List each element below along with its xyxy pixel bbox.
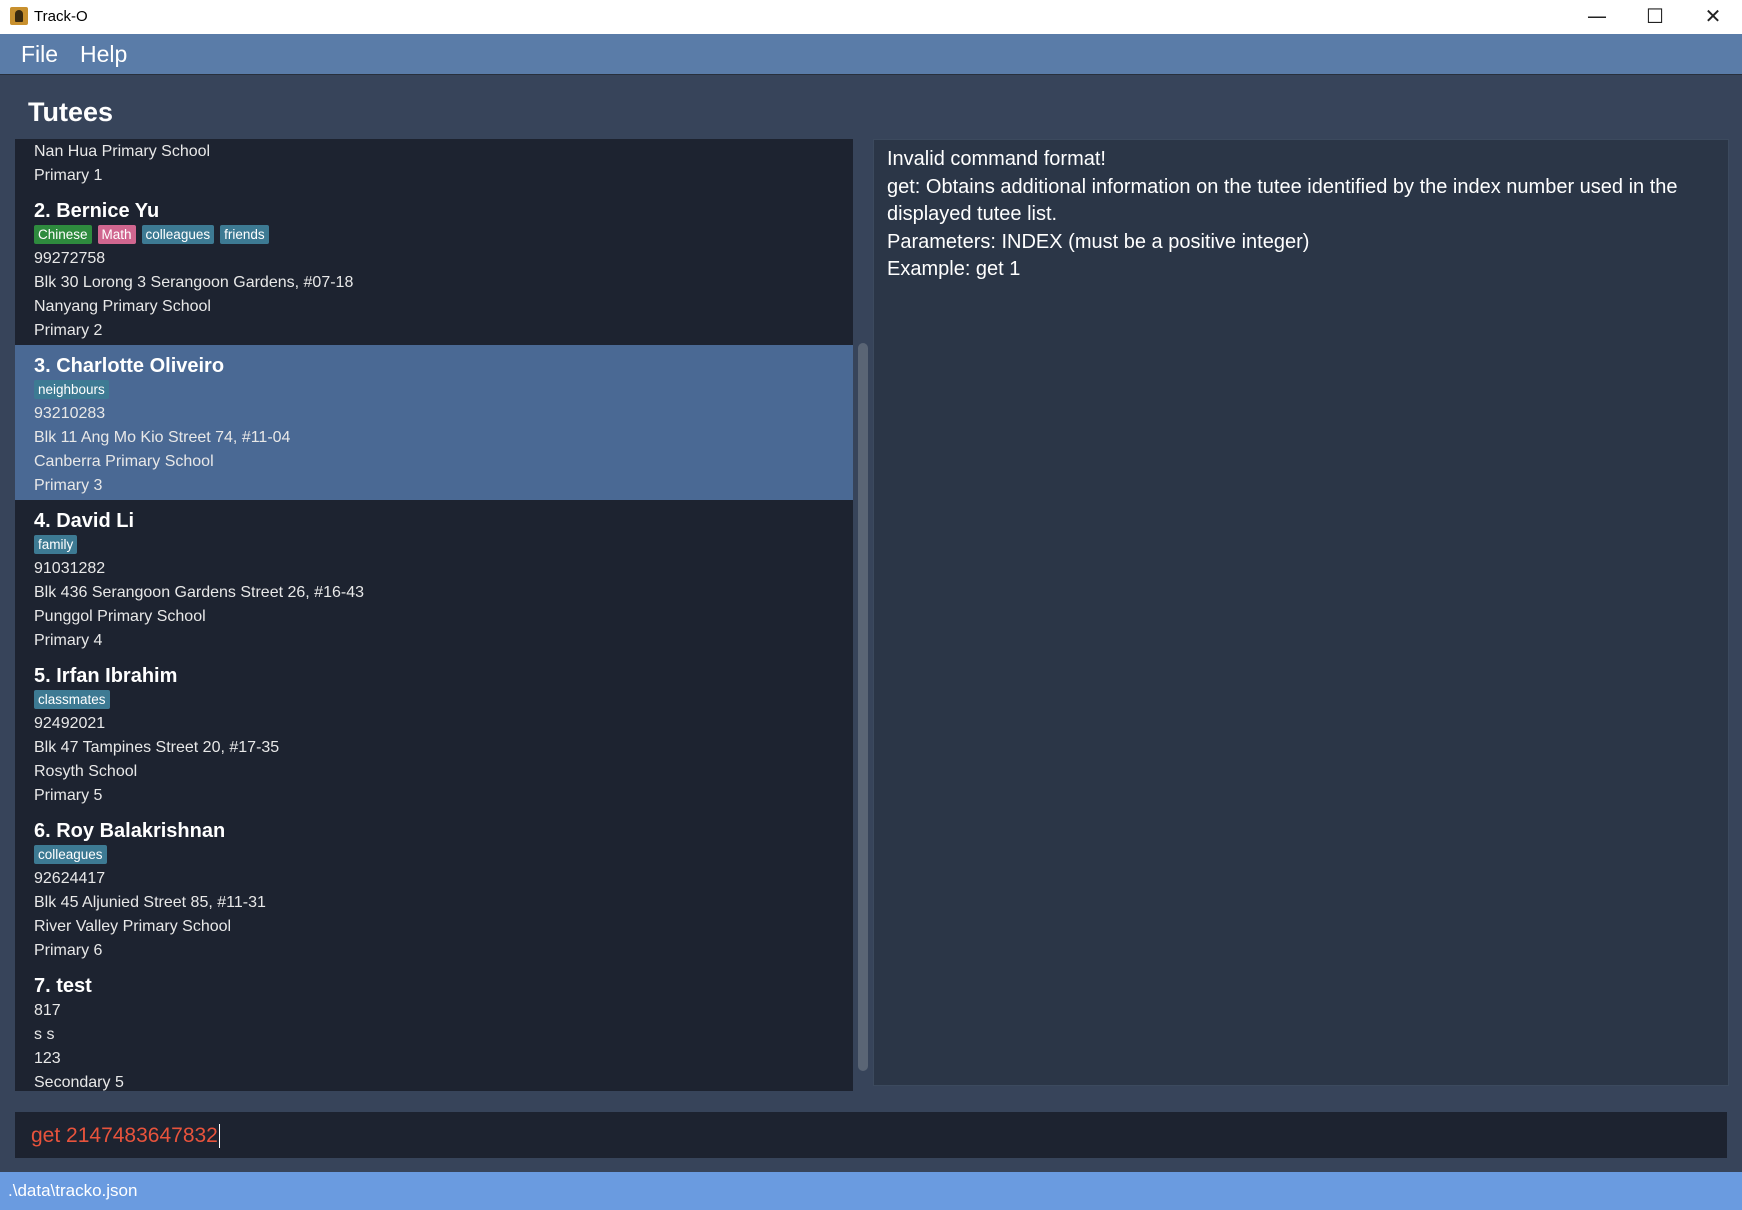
tutee-school: River Valley Primary School: [34, 918, 232, 935]
command-text: get 2147483647832: [31, 1124, 218, 1147]
tutee-level: Primary 1: [34, 167, 103, 184]
tutee-level: Primary 5: [34, 787, 103, 804]
tutee-address: Blk 30 Lorong 3 Serangoon Gardens, #07-1…: [34, 274, 354, 291]
tutee-name: 5. Irfan Ibrahim: [34, 665, 178, 687]
tutee-name: 3. Charlotte Oliveiro: [34, 355, 225, 377]
tutee-card[interactable]: 5. Irfan Ibrahim classmates 92492021 Blk 47…: [15, 655, 853, 810]
window-title: Track-O: [34, 8, 88, 25]
tutee-tags: colleagues: [34, 844, 853, 867]
tutee-card[interactable]: 2. Bernice Yu Chinese Math colleagues friend…: [15, 190, 853, 345]
tutee-phone: 817: [34, 1002, 61, 1019]
tutee-level: Primary 3: [34, 477, 103, 494]
tutee-school: Rosyth School: [34, 763, 138, 780]
tutee-school: 123: [34, 1050, 61, 1067]
tutee-level: Primary 6: [34, 942, 103, 959]
tutee-school: Punggol Primary School: [34, 608, 206, 625]
status-file-path: .\data\tracko.json: [8, 1181, 138, 1200]
tutee-address: Blk 47 Tampines Street 20, #17-35: [34, 739, 280, 756]
status-bar: .\data\tracko.json: [0, 1172, 1742, 1210]
result-line: get: Obtains additional information on t…: [887, 175, 1678, 198]
tutee-name: 2. Bernice Yu: [34, 200, 160, 222]
list-scrollbar[interactable]: [855, 139, 871, 1091]
tutee-phone: 91031282: [34, 560, 106, 577]
main-area: Tutees Nan Hua Primary School Primary 1 …: [0, 75, 1742, 1172]
tutee-phone: 93210283: [34, 405, 106, 422]
tag-badge: Chinese: [34, 225, 92, 244]
tutee-tags: Chinese Math colleagues friends: [34, 224, 853, 247]
tag-badge: classmates: [34, 690, 110, 709]
tag-badge: friends: [220, 225, 269, 244]
menu-bar: File Help: [0, 34, 1742, 75]
tutee-school: Canberra Primary School: [34, 453, 214, 470]
tutee-phone: 99272758: [34, 250, 106, 267]
app-icon: [10, 7, 28, 25]
tutee-phone: 92624417: [34, 870, 106, 887]
tutee-tags: classmates: [34, 689, 853, 712]
tutee-level: Primary 4: [34, 632, 103, 649]
tutee-address: Blk 45 Aljunied Street 85, #11-31: [34, 894, 266, 911]
tutee-name: 7. test: [34, 975, 92, 997]
scrollbar-thumb[interactable]: [858, 343, 868, 1071]
tutee-school: Nanyang Primary School: [34, 298, 211, 315]
tag-badge: colleagues: [34, 845, 107, 864]
tag-badge: colleagues: [141, 225, 215, 244]
command-box[interactable]: get 2147483647832: [15, 1112, 1727, 1158]
result-line: Parameters: INDEX (must be a positive in…: [887, 230, 1310, 253]
tutee-tags: family: [34, 534, 853, 557]
tag-badge: Math: [97, 225, 136, 244]
title-bar: Track-O — ☐ ✕: [0, 0, 1742, 34]
result-line: displayed tutee list.: [887, 203, 1058, 225]
tutee-card[interactable]: 4. David Li family 91031282 Blk 436 Serango…: [15, 500, 853, 655]
tutee-list[interactable]: Nan Hua Primary School Primary 1 2. Bern…: [15, 139, 853, 1091]
tag-badge: family: [34, 535, 78, 554]
maximize-button[interactable]: ☐: [1626, 0, 1684, 34]
close-button[interactable]: ✕: [1684, 0, 1742, 34]
text-caret: [218, 1124, 220, 1149]
minimize-button[interactable]: —: [1568, 0, 1626, 34]
tag-badge: neighbours: [34, 380, 109, 399]
tutee-school: Nan Hua Primary School: [34, 143, 211, 160]
tutee-card[interactable]: 7. test 817 s s 123 Secondary 5: [15, 965, 853, 1091]
menu-help[interactable]: Help: [80, 41, 127, 68]
command-input[interactable]: get 2147483647832: [31, 1124, 220, 1149]
tutee-phone: 92492021: [34, 715, 106, 732]
tutee-card[interactable]: 3. Charlotte Oliveiro neighbours 93210283 B…: [15, 345, 853, 500]
tutee-card[interactable]: 6. Roy Balakrishnan colleagues 92624417 Blk…: [15, 810, 853, 965]
menu-file[interactable]: File: [21, 41, 58, 68]
tutee-name: 4. David Li: [34, 510, 135, 532]
tutee-address: Blk 436 Serangoon Gardens Street 26, #16…: [34, 584, 364, 601]
tutee-card-partial[interactable]: Nan Hua Primary School Primary 1: [15, 139, 853, 190]
result-line: Invalid command format!: [887, 148, 1106, 170]
tutee-tags: neighbours: [34, 379, 853, 402]
tutee-address: s s: [34, 1026, 55, 1043]
tutee-name: 6. Roy Balakrishnan: [34, 820, 226, 842]
result-line: Example: get 1: [887, 258, 1021, 280]
result-display: Invalid command format! get: Obtains addi…: [873, 139, 1729, 1086]
tutee-level: Secondary 5: [34, 1074, 124, 1091]
tutee-level: Primary 2: [34, 322, 103, 339]
tutees-title: Tutees: [28, 97, 114, 127]
tutee-address: Blk 11 Ang Mo Kio Street 74, #11-04: [34, 429, 291, 446]
